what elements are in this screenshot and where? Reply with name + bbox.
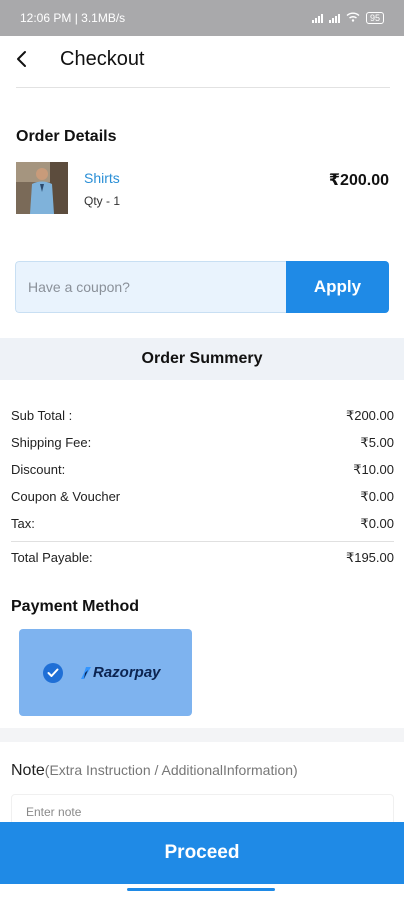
- page-title: Checkout: [60, 47, 145, 70]
- payment-method-name: Razorpay: [93, 664, 161, 681]
- summary-value: ₹10.00: [353, 461, 394, 477]
- summary-label: Sub Total :: [11, 408, 73, 423]
- razorpay-logo: Razorpay: [81, 664, 161, 681]
- summary-value: ₹5.00: [360, 434, 394, 450]
- apply-coupon-button[interactable]: Apply: [286, 261, 389, 313]
- summary-label: Coupon & Voucher: [11, 489, 121, 504]
- product-price: ₹200.00: [328, 172, 389, 189]
- product-thumbnail[interactable]: [16, 162, 68, 214]
- summary-value: ₹0.00: [360, 515, 394, 531]
- summary-label: Tax:: [11, 516, 35, 531]
- signal-bars-icon-2: [328, 13, 340, 23]
- summary-label: Discount:: [11, 462, 66, 477]
- note-title: Note: [11, 762, 45, 779]
- battery-icon: 95: [365, 12, 384, 24]
- product-name[interactable]: Shirts: [84, 170, 120, 186]
- order-details-heading: Order Details: [16, 128, 117, 145]
- note-label: Note(Extra Instruction / AdditionalInfor…: [11, 762, 298, 780]
- summary-row-discount: Discount: ₹10.00: [11, 456, 394, 483]
- order-summary-heading: Order Summery: [0, 338, 404, 380]
- product-quantity: Qty - 1: [84, 194, 121, 208]
- signal-bars-icon: [311, 13, 323, 23]
- payment-method-heading: Payment Method: [11, 598, 140, 615]
- total-value: ₹195.00: [345, 549, 394, 565]
- wifi-icon: [346, 12, 360, 25]
- checkmark-circle-icon: [43, 662, 63, 683]
- summary-label: Shipping Fee:: [11, 435, 92, 450]
- status-bar: 12:06 PM | 3.1MB/s 95: [0, 0, 404, 36]
- razorpay-mark-icon: [81, 666, 91, 679]
- summary-row-total: Total Payable: ₹195.00: [11, 541, 394, 573]
- coupon-box: Apply: [15, 261, 389, 313]
- proceed-button[interactable]: Proceed: [0, 822, 404, 884]
- summary-value: ₹200.00: [345, 407, 394, 423]
- coupon-input[interactable]: [15, 261, 286, 313]
- app-bar: Checkout: [0, 36, 404, 82]
- section-divider: [0, 728, 404, 742]
- total-label: Total Payable:: [11, 550, 93, 565]
- order-summary-list: Sub Total : ₹200.00 Shipping Fee: ₹5.00 …: [11, 402, 394, 573]
- summary-row-coupon: Coupon & Voucher ₹0.00: [11, 483, 394, 510]
- back-arrow-icon[interactable]: [0, 36, 42, 82]
- summary-row-tax: Tax: ₹0.00: [11, 510, 394, 537]
- payment-option-razorpay[interactable]: Razorpay: [19, 629, 192, 716]
- summary-row-shipping: Shipping Fee: ₹5.00: [11, 429, 394, 456]
- note-hint: (Extra Instruction / AdditionalInformati…: [44, 762, 298, 778]
- summary-row-subtotal: Sub Total : ₹200.00: [11, 402, 394, 429]
- home-indicator: [127, 888, 275, 891]
- divider: [16, 87, 390, 88]
- summary-value: ₹0.00: [360, 488, 394, 504]
- status-time: 12:06 PM | 3.1MB/s: [20, 11, 126, 25]
- status-icons: 95: [311, 12, 384, 25]
